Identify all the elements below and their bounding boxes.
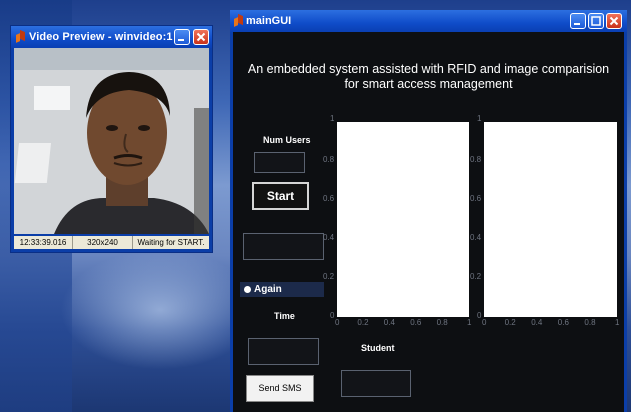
heading-line-1: An embedded system assisted with RFID an… [247, 62, 610, 76]
y-tick-label: 0.6 [323, 194, 335, 203]
y-tick-label: 0.2 [470, 272, 482, 281]
maximize-button[interactable] [588, 13, 604, 29]
minimize-button[interactable] [570, 13, 586, 29]
minimize-icon [574, 23, 580, 25]
matlab-icon [233, 13, 244, 27]
status-time: 12:33:39.016 [14, 236, 73, 249]
video-preview-window[interactable]: Video Preview - winvideo:1 12:33:39.016 … [10, 25, 213, 253]
x-tick-label: 0.2 [357, 318, 369, 327]
page-title: An embedded system assisted with RFID an… [233, 62, 624, 92]
again-radio[interactable]: Again [240, 282, 324, 297]
x-tick-label: 0 [335, 318, 340, 327]
x-tick-label: 0.2 [504, 318, 516, 327]
video-statusbar: 12:33:39.016 320x240 Waiting for START. [14, 236, 209, 249]
y-tick-label: 1 [477, 114, 482, 123]
time-label: Time [274, 311, 295, 321]
maximize-icon [591, 16, 601, 26]
num-users-label: Num Users [263, 135, 311, 145]
y-tick-label: 0.4 [323, 233, 335, 242]
time-field[interactable] [248, 338, 319, 365]
y-tick-label: 1 [330, 114, 335, 123]
status-message: Waiting for START. [137, 238, 205, 247]
y-tick-label: 0 [477, 311, 482, 320]
close-button[interactable] [606, 13, 622, 29]
y-tick-label: 0.8 [323, 155, 335, 164]
x-tick-label: 0.6 [410, 318, 422, 327]
start-button[interactable]: Start [252, 182, 309, 210]
y-tick-label: 0.6 [470, 194, 482, 203]
student-label: Student [361, 343, 395, 353]
x-tick-label: 0.4 [383, 318, 395, 327]
main-window-titlebar[interactable]: mainGUI [230, 10, 627, 32]
status-display-field[interactable] [243, 233, 324, 260]
student-field[interactable] [341, 370, 411, 397]
x-tick-label: 0.4 [531, 318, 543, 327]
y-tick-label: 0.8 [470, 155, 482, 164]
y-tick-label: 0.2 [323, 272, 335, 281]
y-tick-label: 0.4 [470, 233, 482, 242]
x-tick-label: 0.8 [436, 318, 448, 327]
again-label: Again [254, 284, 282, 295]
y-tick-label: 0 [330, 311, 335, 320]
close-icon [609, 16, 619, 26]
x-tick-label: 0.6 [557, 318, 569, 327]
radio-dot-icon [244, 286, 251, 293]
minimize-button[interactable] [174, 29, 190, 45]
main-gui-window[interactable]: mainGUI An embedded system assisted with… [230, 10, 627, 412]
main-window-title: mainGUI [246, 15, 292, 27]
send-sms-button[interactable]: Send SMS [246, 375, 314, 402]
video-feed [14, 48, 209, 234]
x-tick-label: 1 [467, 318, 472, 327]
close-icon [196, 32, 206, 42]
x-tick-label: 0.8 [584, 318, 596, 327]
main-gui-panel: An embedded system assisted with RFID an… [233, 32, 624, 412]
video-frame-image [14, 48, 209, 234]
num-users-field[interactable] [254, 152, 305, 173]
video-window-titlebar[interactable]: Video Preview - winvideo:1 [11, 26, 212, 48]
x-tick-label: 0 [482, 318, 487, 327]
plot-axes-right [484, 122, 617, 317]
x-tick-label: 1 [615, 318, 620, 327]
video-window-title: Video Preview - winvideo:1 [29, 31, 173, 43]
matlab-icon [15, 29, 26, 43]
status-resolution: 320x240 [73, 236, 133, 249]
plot-axes-left [337, 122, 469, 317]
close-button[interactable] [193, 29, 209, 45]
minimize-icon [178, 39, 184, 41]
heading-line-2: for smart access management [344, 77, 513, 91]
